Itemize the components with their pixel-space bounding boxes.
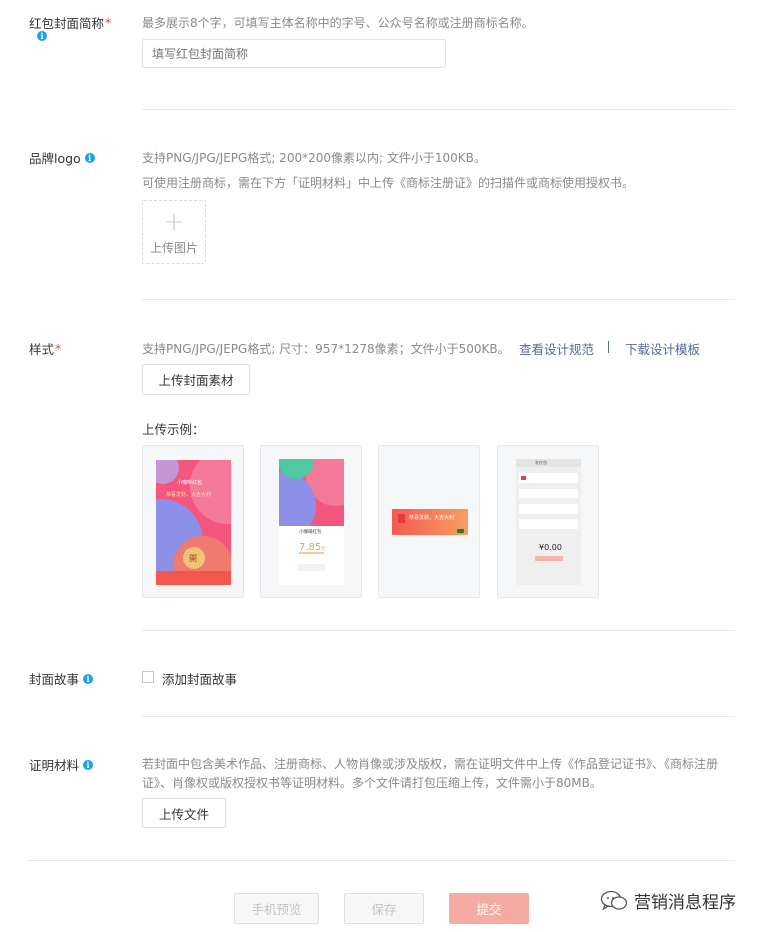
sample-3-greeting: 恭喜发财，大吉大利 [409, 515, 455, 521]
info-icon[interactable]: i [83, 759, 94, 770]
plus-icon: + [163, 206, 185, 237]
info-icon[interactable]: i [84, 152, 95, 163]
upload-cover-button[interactable]: 上传封面素材 [142, 364, 250, 395]
sample-2-amount: 7.85 [299, 542, 322, 553]
divider [142, 630, 735, 631]
sample-1-greeting: 恭喜发财，大吉大利 [166, 492, 212, 498]
sample-4-title: 发红包 [535, 460, 547, 465]
sample-2-brand: 小咖啡红包 [299, 530, 322, 535]
upload-image-label: 上传图片 [149, 240, 198, 255]
sample-cover-3-art [392, 509, 468, 535]
info-icon[interactable]: i [37, 31, 47, 41]
download-template-link[interactable]: 下载设计模板 [625, 339, 700, 358]
cover-story-checkbox-label[interactable]: 添加封面故事 [162, 669, 237, 688]
sample-cover-1: 小咖啡红包 恭喜发财，大吉大利 開 [142, 445, 244, 598]
save-button[interactable]: 保存 [344, 893, 424, 924]
logo-upload-box[interactable]: + 上传图片 [142, 200, 206, 264]
brief-name-input[interactable] [142, 39, 446, 68]
cover-story-label: 封面故事 i [29, 669, 94, 688]
upload-file-button[interactable]: 上传文件 [142, 798, 226, 828]
proof-label: 证明材料 i [29, 755, 94, 774]
phone-preview-button[interactable]: 手机预览 [234, 893, 319, 924]
cover-story-checkbox[interactable] [142, 671, 154, 683]
sample-4-amount: ¥0.00 [539, 543, 562, 552]
brief-name-hint: 最多展示8个字，可填写主体名称中的字号、公众号名称或注册商标名称。 [142, 16, 534, 30]
sample-2-unit: 元 [321, 547, 326, 552]
divider [142, 299, 735, 300]
required-mark: * [105, 15, 112, 30]
brand-logo-hint-2: 可使用注册商标，需在下方「证明材料」中上传《商标注册证》的扫描件或商标使用授权书… [142, 176, 635, 190]
sample-cover-4: 发红包 ¥0.00 [497, 445, 599, 598]
sample-1-open: 開 [189, 554, 197, 563]
brand-logo-hint-1: 支持PNG/JPG/JEPG格式; 200*200像素以内; 文件小于100KB… [142, 151, 486, 165]
sample-cover-3: 恭喜发财，大吉大利 [378, 445, 480, 598]
sample-cover-2: 小咖啡红包 7.85 元 [260, 445, 362, 598]
style-label: 样式 * [29, 341, 62, 357]
submit-button[interactable]: 提交 [449, 893, 529, 924]
sample-1-brand: 小咖啡红包 [177, 480, 203, 486]
info-icon[interactable]: i [83, 673, 94, 684]
sample-cover-2-art [279, 459, 344, 585]
required-mark: * [55, 341, 62, 356]
sample-cover-4-art [516, 459, 581, 585]
divider [142, 716, 735, 717]
footer-divider [29, 860, 735, 861]
proof-hint: 若封面中包含美术作品、注册商标、人物肖像或涉及版权，需在证明文件中上传《作品登记… [142, 757, 719, 790]
design-spec-link[interactable]: 查看设计规范 [519, 339, 594, 358]
brief-name-label: 红包封面简称 * [29, 15, 112, 31]
divider [142, 109, 735, 110]
wechat-icon [600, 890, 628, 911]
link-separator [608, 341, 609, 353]
style-hint: 支持PNG/JPG/JEPG格式; 尺寸：957*1278像素；文件小于500K… [142, 342, 510, 356]
brand-logo-label: 品牌logo i [29, 148, 95, 167]
watermark: 营销消息程序 [600, 888, 736, 913]
upload-example-title: 上传示例： [142, 422, 205, 437]
sample-cover-1-art [156, 460, 231, 585]
